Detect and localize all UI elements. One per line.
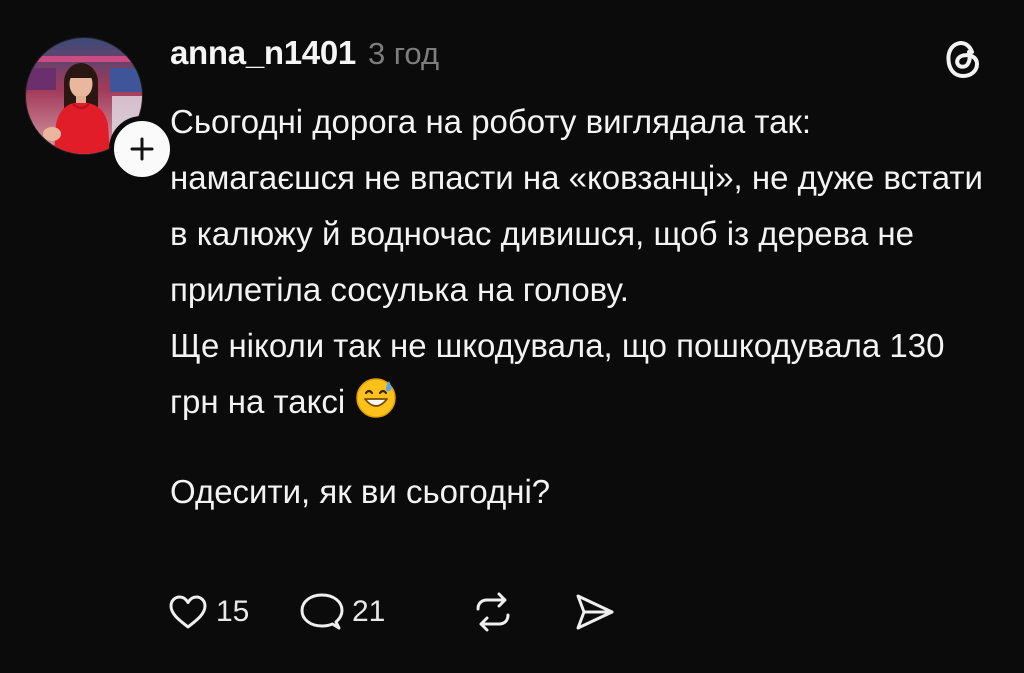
post-paragraph: Сьогодні дорога на роботу виглядала так:… <box>170 103 983 308</box>
like-count: 15 <box>216 595 250 628</box>
repost-button[interactable] <box>470 591 574 633</box>
post-paragraph: Одесити, як ви сьогодні? <box>170 473 551 510</box>
username[interactable]: anna_n1401 <box>170 34 356 72</box>
reply-count: 21 <box>352 595 386 628</box>
plus-icon <box>130 137 154 161</box>
post-content: Сьогодні дорога на роботу виглядала так:… <box>170 94 990 520</box>
speech-bubble-icon <box>300 593 344 630</box>
avatar-container <box>25 37 175 182</box>
action-bar: 15 21 <box>168 586 616 638</box>
heart-icon <box>169 595 207 629</box>
timestamp: 3 год <box>367 36 440 71</box>
reply-button[interactable]: 21 <box>300 592 470 632</box>
share-button[interactable] <box>574 592 616 632</box>
follow-button[interactable] <box>109 116 175 182</box>
threads-logo-icon[interactable] <box>944 38 982 80</box>
post-paragraph-text: Ще ніколи так не шкодувала, що пошкодува… <box>170 327 945 420</box>
send-icon <box>576 594 614 630</box>
post-header: anna_n1401 3 год <box>170 34 439 80</box>
post-paragraph: Ще ніколи так не шкодувала, що пошкодува… <box>170 318 990 436</box>
grinning-face-with-sweat-icon <box>355 377 397 436</box>
thread-post: anna_n1401 3 год Сьогодні дорога на робо… <box>0 0 1024 673</box>
repost-icon <box>476 592 510 632</box>
like-button[interactable]: 15 <box>168 594 300 630</box>
